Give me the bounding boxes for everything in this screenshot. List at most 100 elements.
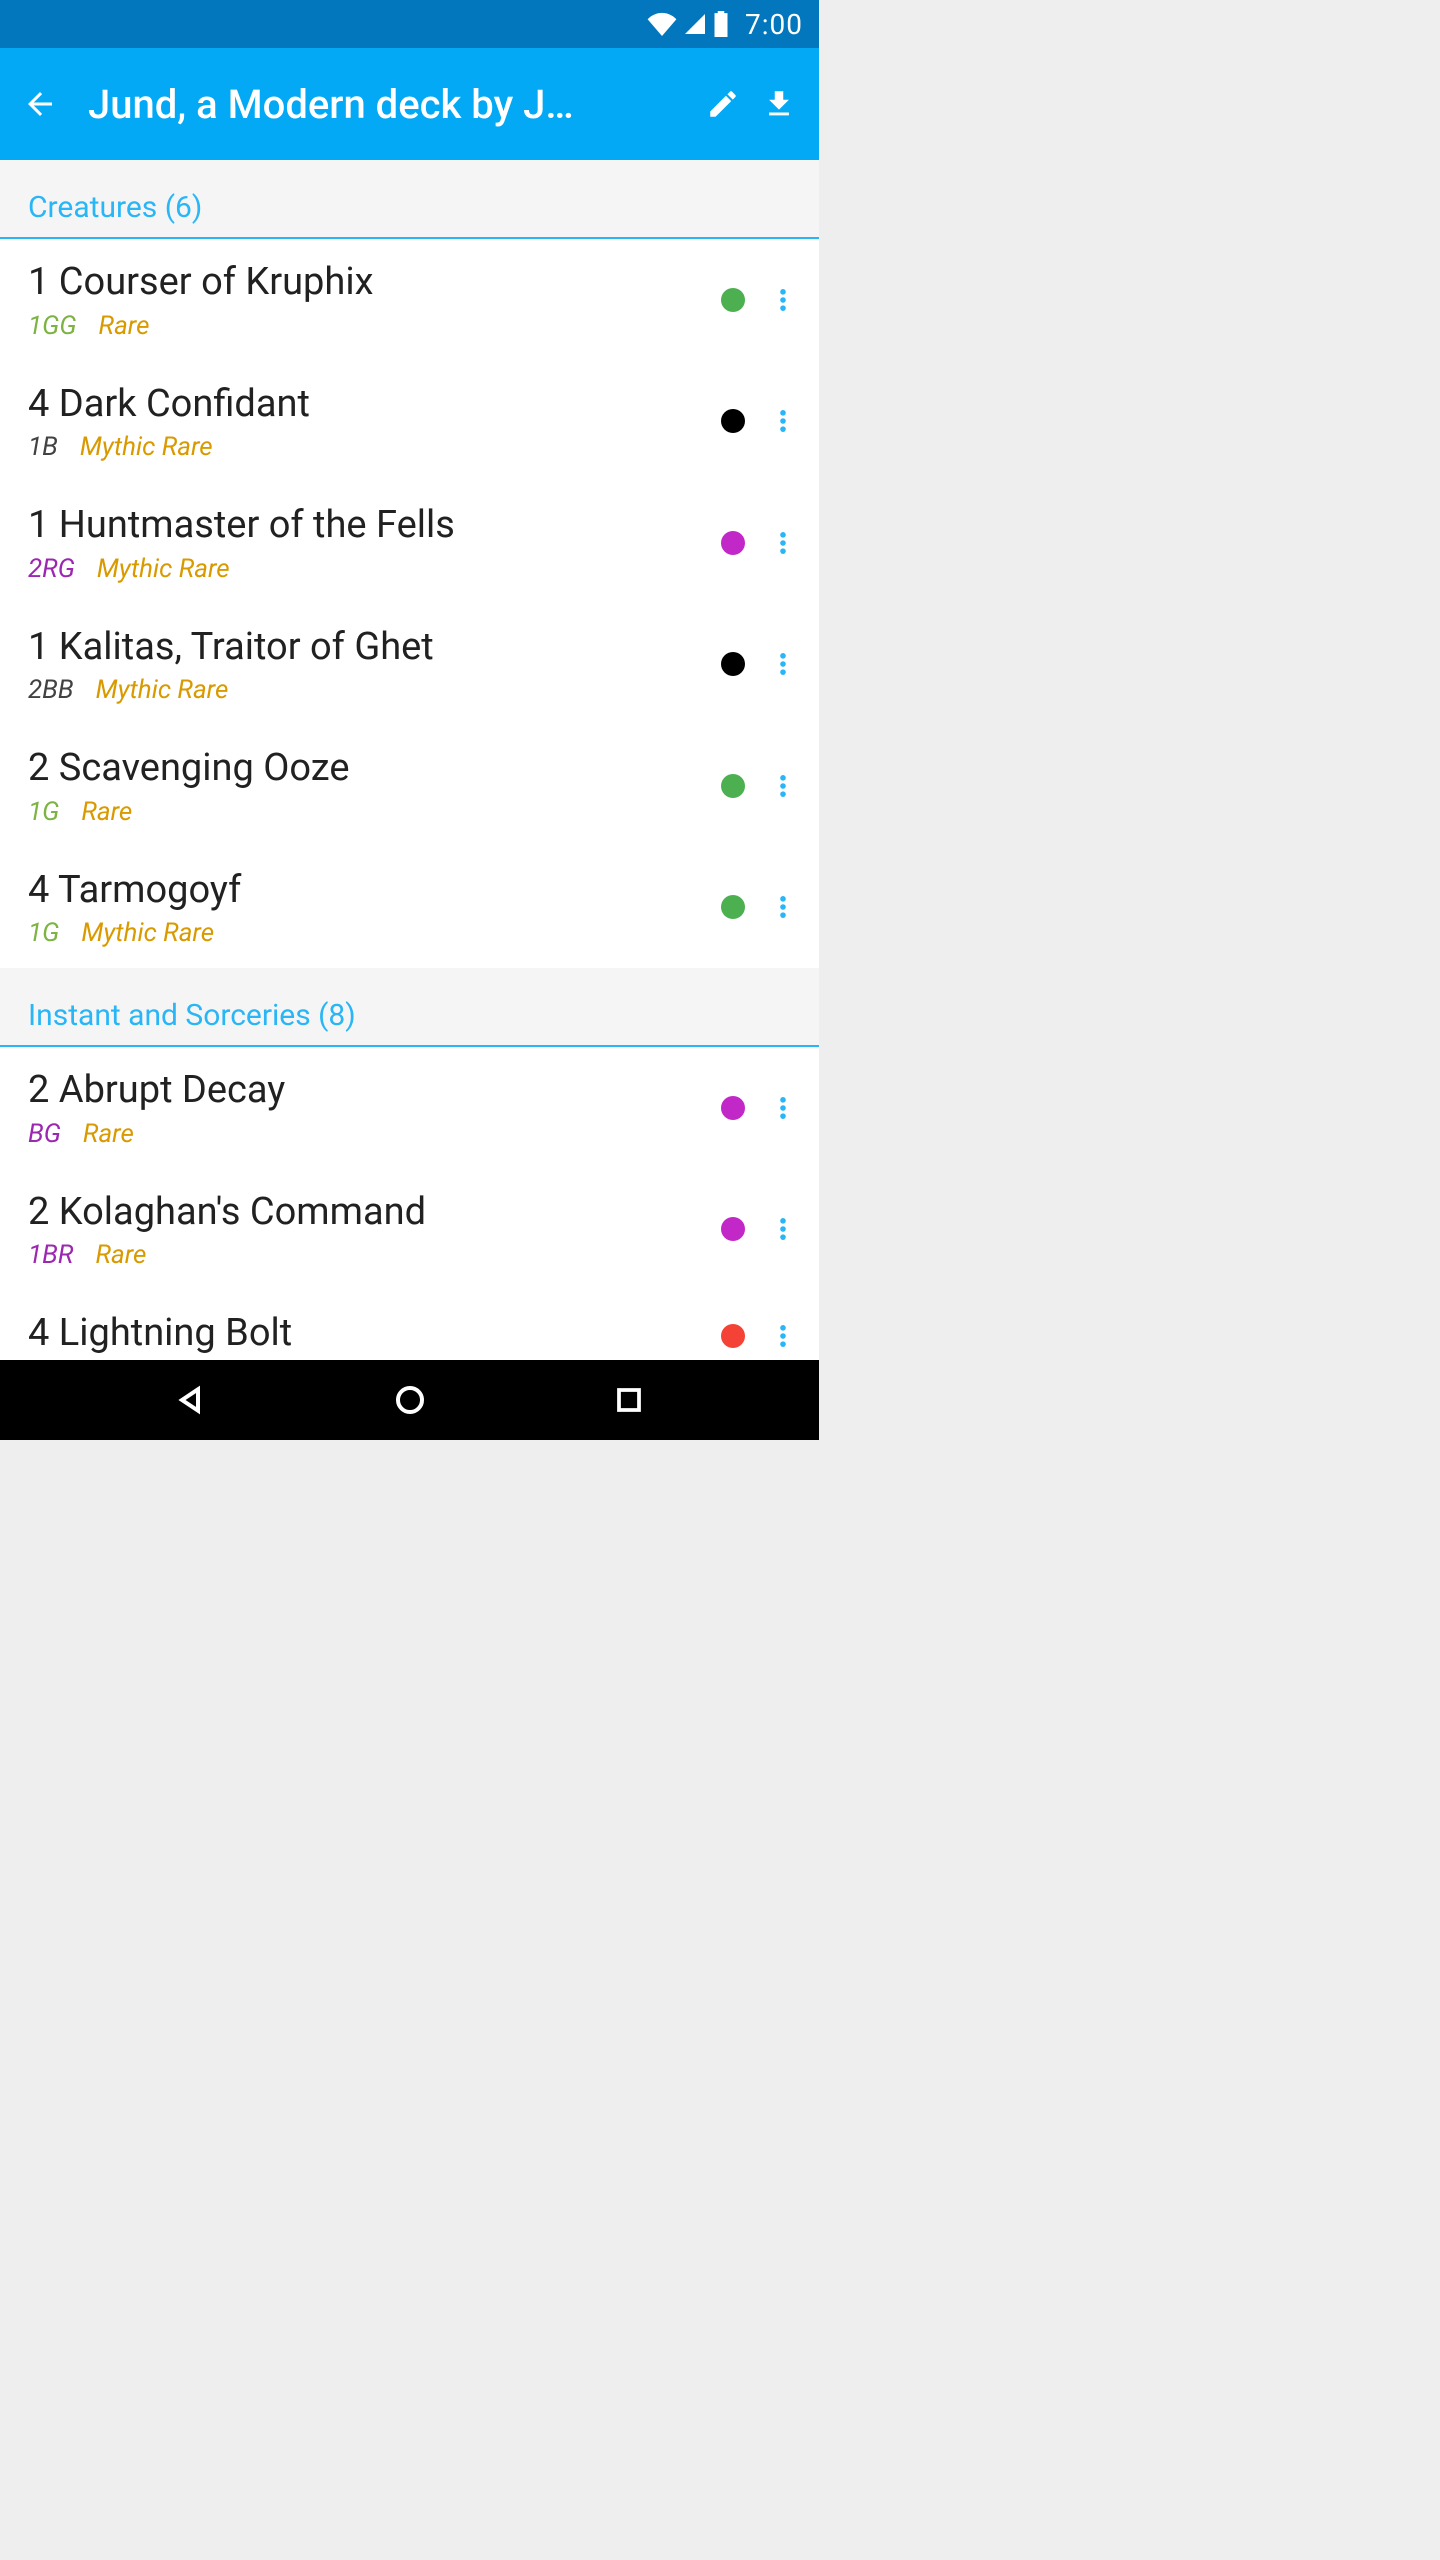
card-subline: 1BR Rare [28,1240,721,1270]
status-time: 7:00 [745,8,803,41]
more-vert-icon [769,286,797,314]
card-more-button[interactable] [759,640,807,688]
color-indicator-icon [721,652,745,676]
section-header: Creatures (6) [0,160,819,239]
section-header: Instant and Sorceries (8) [0,968,819,1047]
card-subline: 2RG Mythic Rare [28,554,721,584]
arrow-back-icon [22,86,58,122]
nav-home-button[interactable] [380,1380,440,1420]
card-cost: 1GG [28,311,77,341]
card-row[interactable]: 4 Dark Confidant1B Mythic Rare [0,361,819,483]
card-rarity: Mythic Rare [97,554,230,584]
color-indicator-icon [721,1096,745,1120]
card-more-button[interactable] [759,1084,807,1132]
color-indicator-icon [721,895,745,919]
app-bar: Jund, a Modern deck by J… [0,48,819,160]
card-info: 1 Kalitas, Traitor of Ghet2BB Mythic Rare [28,624,721,706]
nav-recents-button[interactable] [599,1380,659,1420]
card-more-button[interactable] [759,762,807,810]
card-subline: 1GG Rare [28,311,721,341]
card-title: 4 Lightning Bolt [28,1310,721,1358]
card-rarity: Mythic Rare [81,918,214,948]
card-subline: 1B Mythic Rare [28,432,721,462]
card-row[interactable]: 2 Kolaghan's Command1BR Rare [0,1169,819,1291]
card-subline: BG Rare [28,1119,721,1149]
card-title: 1 Huntmaster of the Fells [28,502,721,550]
color-indicator-icon [721,1217,745,1241]
card-more-button[interactable] [759,397,807,445]
card-title: 4 Dark Confidant [28,381,721,429]
color-indicator-icon [721,531,745,555]
more-vert-icon [769,529,797,557]
edit-button[interactable] [695,76,751,132]
download-icon [762,87,796,121]
card-title: 4 Tarmogoyf [28,867,721,915]
card-row[interactable]: 1 Courser of Kruphix 1GG Rare [0,239,819,361]
back-button[interactable] [12,76,68,132]
card-info: 2 Kolaghan's Command1BR Rare [28,1189,721,1271]
card-cost: BG [28,1119,61,1149]
card-info: 1 Huntmaster of the Fells 2RG Mythic Rare [28,502,721,584]
more-vert-icon [769,1322,797,1350]
more-vert-icon [769,893,797,921]
card-more-button[interactable] [759,1312,807,1360]
card-cost: 1BR [28,1240,73,1270]
card-rarity: Rare [81,797,132,827]
card-row[interactable]: 1 Huntmaster of the Fells 2RG Mythic Rare [0,482,819,604]
status-bar: 7:00 [0,0,819,48]
card-cost: 1G [28,797,59,827]
more-vert-icon [769,1094,797,1122]
page-title: Jund, a Modern deck by J… [88,81,695,128]
card-row[interactable]: 1 Kalitas, Traitor of Ghet2BB Mythic Rare [0,604,819,726]
card-more-button[interactable] [759,1205,807,1253]
card-info: 2 Abrupt Decay BG Rare [28,1067,721,1149]
card-rarity: Rare [99,311,150,341]
square-recents-icon [614,1385,644,1415]
nav-back-button[interactable] [160,1380,220,1420]
triangle-back-icon [174,1384,206,1416]
circle-home-icon [394,1384,426,1416]
pencil-icon [706,87,740,121]
card-cost: 2RG [28,554,75,584]
more-vert-icon [769,407,797,435]
card-info: 4 Lightning Bolt [28,1310,721,1360]
card-info: 4 Tarmogoyf1GMythic Rare [28,867,721,949]
more-vert-icon [769,650,797,678]
card-title: 1 Kalitas, Traitor of Ghet [28,624,721,672]
card-cost: 2BB [28,675,74,705]
deck-list: Creatures (6) 1 Courser of Kruphix 1GG Rare… [0,160,819,1360]
card-title: 1 Courser of Kruphix [28,259,721,307]
card-more-button[interactable] [759,276,807,324]
card-title: 2 Abrupt Decay [28,1067,721,1115]
color-indicator-icon [721,774,745,798]
card-rarity: Mythic Rare [80,432,213,462]
card-cost: 1B [28,432,58,462]
card-row[interactable]: 2 Abrupt Decay BG Rare [0,1047,819,1169]
color-indicator-icon [721,288,745,312]
card-more-button[interactable] [759,883,807,931]
card-subline: 1G Rare [28,797,721,827]
card-title: 2 Scavenging Ooze [28,745,721,793]
card-row[interactable]: 4 Tarmogoyf1GMythic Rare [0,847,819,969]
color-indicator-icon [721,1324,745,1348]
more-vert-icon [769,772,797,800]
card-title: 2 Kolaghan's Command [28,1189,721,1237]
cell-signal-icon [683,12,707,36]
more-vert-icon [769,1215,797,1243]
card-info: 2 Scavenging Ooze 1G Rare [28,745,721,827]
card-row[interactable]: 2 Scavenging Ooze 1G Rare [0,725,819,847]
status-icons: 7:00 [647,8,803,41]
color-indicator-icon [721,409,745,433]
card-subline: 1GMythic Rare [28,918,721,948]
download-button[interactable] [751,76,807,132]
card-rarity: Rare [95,1240,146,1270]
card-subline: 2BB Mythic Rare [28,675,721,705]
card-info: 1 Courser of Kruphix 1GG Rare [28,259,721,341]
card-more-button[interactable] [759,519,807,567]
card-row[interactable]: 4 Lightning Bolt [0,1290,819,1360]
wifi-icon [647,12,677,36]
card-rarity: Rare [83,1119,134,1149]
card-rarity: Mythic Rare [96,675,229,705]
card-info: 4 Dark Confidant1B Mythic Rare [28,381,721,463]
android-nav-bar [0,1360,819,1440]
